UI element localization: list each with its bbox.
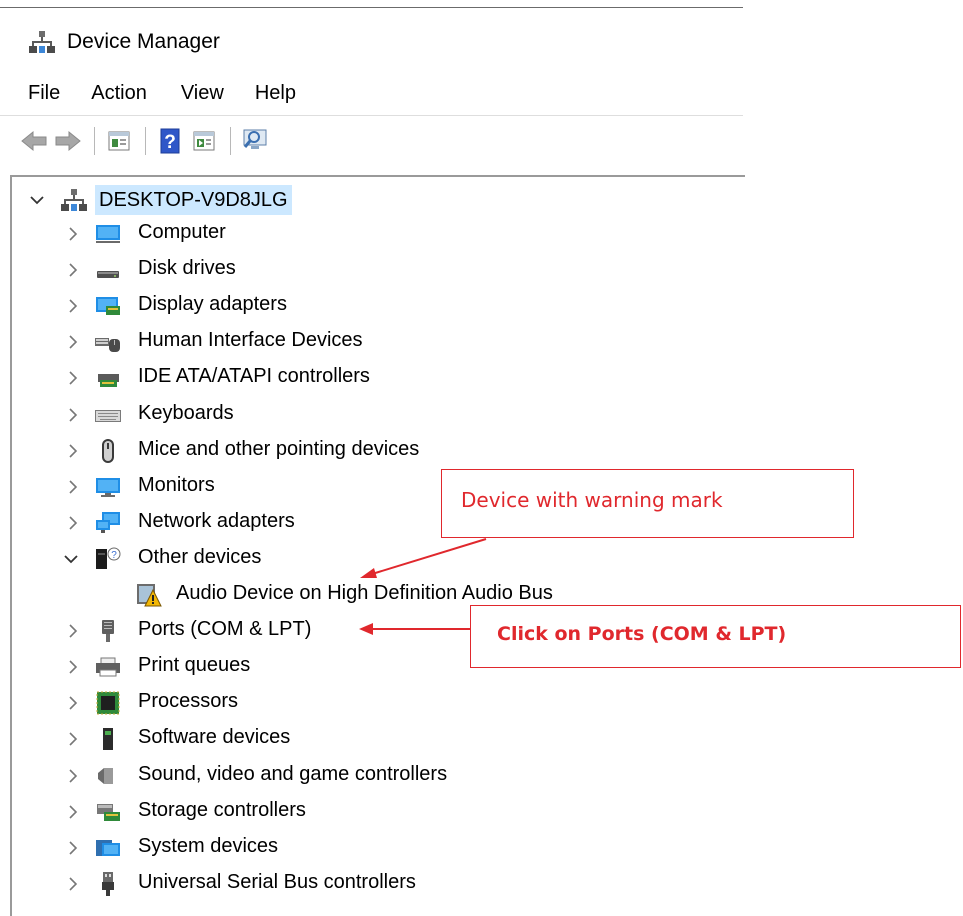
ports-arrow-head	[359, 623, 373, 635]
warning-arrow-head	[360, 568, 377, 578]
annotation-arrows	[359, 538, 487, 635]
device-manager-window: Device Manager File Action View Help ? D…	[0, 0, 961, 916]
warning-arrow-line	[371, 538, 487, 575]
